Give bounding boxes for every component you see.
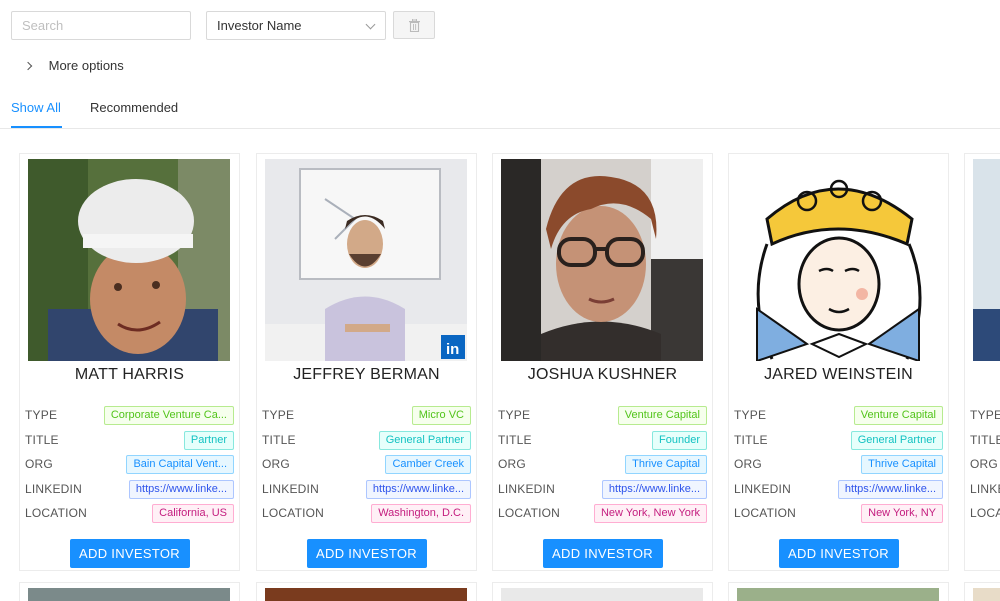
add-investor-button[interactable]: ADD INVESTOR (69, 539, 190, 568)
type-tag: Venture Capital (853, 406, 943, 425)
investor-card: JOSHUA KUSHNER TYPE Venture Capital TITLE… (492, 153, 713, 571)
type-label: TYPE (498, 408, 531, 422)
title-label: TITLE (262, 433, 296, 447)
type-label: TYPE (25, 408, 58, 422)
linkedin-label: LINKEDIN (25, 482, 82, 496)
investor-name: JEFFREY BERMAN (293, 366, 440, 383)
investor-card: JARED WEINSTEIN TYPE Venture Capital TITL… (728, 153, 949, 571)
tab-recommended[interactable]: Recommended (90, 100, 178, 128)
title-tag: General Partner (850, 431, 943, 450)
tab-show-all[interactable]: Show All (11, 100, 61, 128)
title-label: TITLE (25, 433, 59, 447)
title-label: TITLE (970, 433, 1000, 447)
org-tag: Bain Capital Vent... (126, 455, 234, 474)
investor-card: MATT HARRIS TYPE Corporate Venture Ca... … (19, 153, 240, 571)
search-input[interactable] (11, 11, 191, 40)
location-label: LOCATION (262, 506, 325, 520)
investor-card (492, 582, 713, 601)
more-options-toggle[interactable]: More options (23, 58, 124, 76)
type-label: TYPE (262, 408, 295, 422)
org-label: ORG (25, 457, 53, 471)
linkedin-link[interactable]: https://www.linke... (601, 480, 707, 499)
org-tag: Thrive Capital (861, 455, 943, 474)
location-label: LOCATION (498, 506, 561, 520)
linkedin-label: LINKEDIN (498, 482, 555, 496)
chevron-right-icon (23, 61, 33, 71)
type-label: TYPE (734, 408, 767, 422)
type-label: TYPE (970, 408, 1000, 422)
title-tag: Founder (652, 431, 707, 450)
org-tag: Thrive Capital (625, 455, 707, 474)
investor-photo (501, 159, 703, 361)
linkedin-label: LINKEDIN (262, 482, 319, 496)
linkedin-label: LINKEDIN (734, 482, 791, 496)
investor-photo (28, 159, 230, 361)
add-investor-button[interactable]: ADD INVESTOR (542, 539, 663, 568)
investor-card: TYPE TITLE ORG LINKEDIN LOCATION (964, 153, 1000, 571)
org-label: ORG (734, 457, 762, 471)
title-label: TITLE (498, 433, 532, 447)
investor-name: MATT HARRIS (74, 366, 185, 383)
add-investor-button[interactable]: ADD INVESTOR (778, 539, 899, 568)
more-options-label: More options (48, 58, 124, 73)
org-label: ORG (970, 457, 998, 471)
svg-text:in: in (446, 341, 459, 358)
location-label: LOCATION (970, 506, 1000, 520)
investor-card (964, 582, 1000, 601)
investor-photo (737, 159, 939, 361)
location-label: LOCATION (25, 506, 88, 520)
select-value: Investor Name (217, 18, 302, 33)
investor-photo (265, 588, 467, 601)
title-label: TITLE (734, 433, 768, 447)
org-label: ORG (498, 457, 526, 471)
title-tag: Partner (183, 431, 234, 450)
investor-photo (501, 588, 703, 601)
linkedin-link[interactable]: https://www.linke... (128, 480, 234, 499)
investor-card (256, 582, 477, 601)
investor-name: JOSHUA KUSHNER (527, 366, 678, 383)
type-tag: Corporate Venture Ca... (103, 406, 234, 425)
active-tab-indicator (11, 126, 62, 128)
investor-photo (973, 159, 1000, 361)
add-investor-button[interactable]: ADD INVESTOR (306, 539, 427, 568)
investor-photo (973, 588, 1000, 601)
location-tag: Washington, D.C. (371, 504, 471, 523)
tab-bar: Show All Recommended (0, 96, 1000, 129)
delete-button[interactable] (393, 11, 435, 39)
location-tag: New York, New York (593, 504, 707, 523)
type-tag: Venture Capital (617, 406, 707, 425)
org-tag: Camber Creek (385, 455, 471, 474)
linkedin-label: LINKEDIN (970, 482, 1000, 496)
org-label: ORG (262, 457, 290, 471)
investor-card: in JEFFREY BERMAN TYPE Micro VC TITLE Gene… (256, 153, 477, 571)
type-tag: Micro VC (411, 406, 471, 425)
investor-photo (28, 588, 230, 601)
investor-photo: in (265, 159, 467, 361)
investor-card (19, 582, 240, 601)
title-tag: General Partner (378, 431, 471, 450)
investor-name: JARED WEINSTEIN (764, 366, 913, 383)
linkedin-link[interactable]: https://www.linke... (837, 480, 943, 499)
chevron-down-icon (365, 19, 376, 30)
search-field-select[interactable]: Investor Name (206, 11, 386, 40)
location-tag: California, US (152, 504, 234, 523)
location-label: LOCATION (734, 506, 797, 520)
trash-icon (409, 19, 420, 32)
location-tag: New York, NY (861, 504, 943, 523)
linkedin-link[interactable]: https://www.linke... (365, 480, 471, 499)
investor-card (728, 582, 949, 601)
investor-photo (737, 588, 939, 601)
